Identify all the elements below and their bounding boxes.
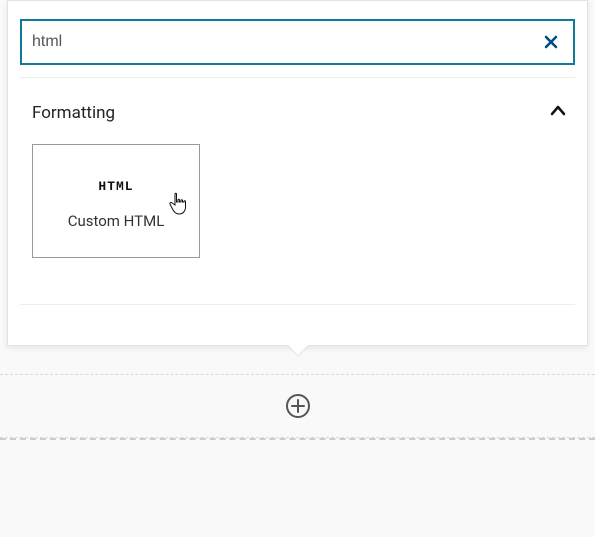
block-list: HTML Custom HTML — [8, 144, 587, 288]
dashed-separator — [0, 438, 595, 440]
pointer-cursor-icon — [167, 191, 189, 221]
clear-search-button[interactable] — [539, 30, 563, 54]
editor-canvas — [0, 374, 595, 440]
add-block-row[interactable] — [0, 374, 595, 438]
search-container — [8, 1, 587, 77]
block-label: Custom HTML — [68, 212, 165, 230]
search-box — [20, 19, 575, 65]
add-block-button[interactable] — [285, 393, 311, 419]
section-title: Formatting — [32, 103, 115, 123]
plus-circle-icon — [285, 393, 311, 419]
divider — [20, 304, 575, 305]
block-inserter-popover: Formatting HTML Custom HTML — [7, 0, 588, 346]
html-icon: HTML — [98, 179, 133, 194]
chevron-up-icon — [549, 102, 567, 124]
section-header-formatting[interactable]: Formatting — [8, 78, 587, 144]
search-input[interactable] — [32, 21, 539, 63]
block-item-custom-html[interactable]: HTML Custom HTML — [32, 144, 200, 258]
popover-arrow — [288, 345, 308, 355]
close-icon — [543, 34, 559, 50]
